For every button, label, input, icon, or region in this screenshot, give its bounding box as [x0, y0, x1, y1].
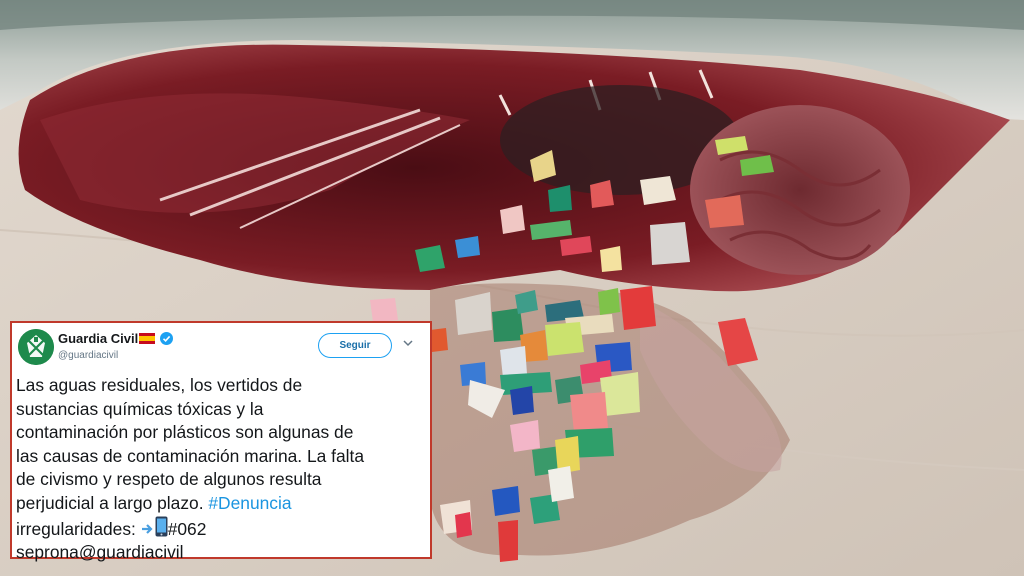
email-address[interactable]: seprona@guardiacivil [16, 542, 184, 562]
account-name[interactable]: Guardia Civil [58, 331, 138, 346]
verified-badge-icon [160, 332, 173, 345]
tweet-line: irregularidades: #062 [16, 516, 430, 542]
tweet-line: seprona@guardiacivil [16, 541, 430, 565]
tweet-card: Guardia Civil @guardiacivil Seguir Las a… [10, 321, 432, 562]
arrow-right-icon [141, 523, 153, 534]
tweet-line: Las aguas residuales, los vertidos de [16, 375, 303, 395]
account-handle[interactable]: @guardiacivil [58, 350, 118, 361]
tweet-line: perjudicial a largo plazo. #Denuncia [16, 492, 430, 516]
hashtag-link[interactable]: #Denuncia [208, 493, 291, 513]
follow-button[interactable]: Seguir [318, 333, 392, 358]
tweet-line: sustancias químicas tóxicas y la [16, 398, 264, 419]
chevron-down-icon[interactable] [403, 339, 413, 347]
tweet-line-text: irregularidades: [16, 518, 136, 539]
tweet-line: de civismo y respeto de algunos resulta [16, 469, 322, 490]
tweet-line: las causas de contaminación marina. La f… [16, 445, 365, 466]
mobile-phone-icon [155, 516, 168, 537]
tweet-line-text: perjudicial a largo plazo. [16, 492, 204, 513]
guardia-civil-emblem-icon[interactable] [18, 329, 54, 365]
tweet-line: contaminación por plásticos son algunas … [16, 422, 354, 443]
tweet-text: Las aguas residuales, los vertidos de su… [16, 374, 430, 565]
phone-number: #062 [167, 518, 207, 539]
spain-flag-icon [139, 333, 155, 344]
